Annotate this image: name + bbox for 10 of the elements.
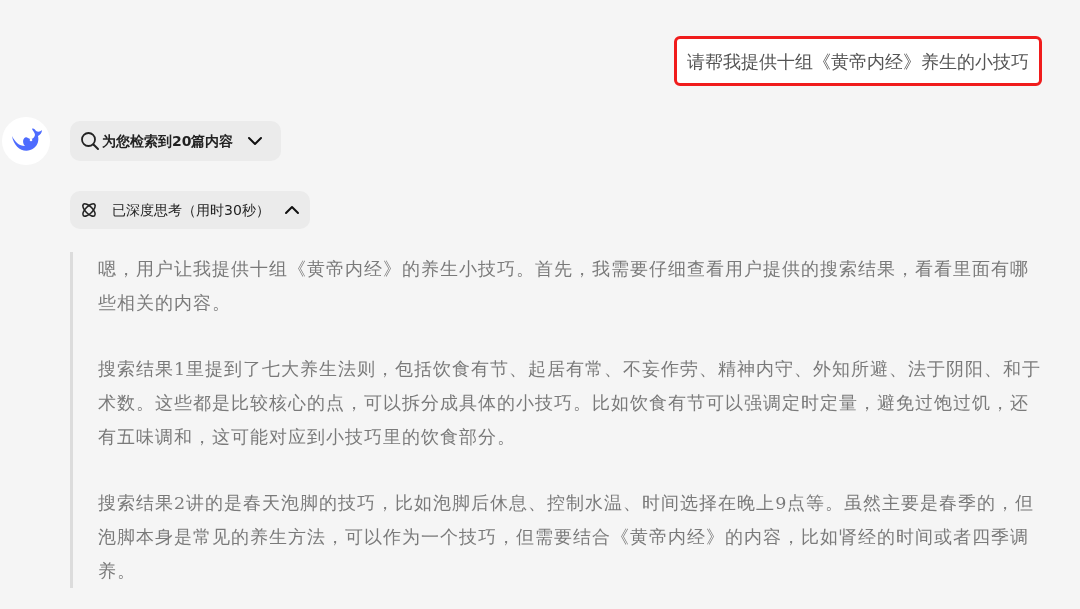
thinking-paragraph: 搜索结果1里提到了七大养生法则，包括饮食有节、起居有常、不妄作劳、精神内守、外知所避、法于阴阳、和于术数。这些都是比较核心的点，可以拆分成具体的小技巧。比如饮食有节可以强调定时定量，避免过饱过饥，还有五味调和，这可能对应到小技巧里的饮食部分。 [98, 358, 1043, 449]
thinking-paragraph: 搜索结果2讲的是春天泡脚的技巧，比如泡脚后休息、控制水温、时间选择在晚上9点等。虽然主要是春季的，但泡脚本身是常见的养生方法，可以作为一个技巧，但需要结合《黄帝内经》的内容，比如肾经的时间或者四季调养。 [98, 492, 1036, 583]
deep-thinking-toggle[interactable]: 已深度思考（用时30秒） [70, 191, 310, 229]
atom-icon [80, 201, 98, 219]
thinking-paragraph: 嗯，用户让我提供十组《黄帝内经》的养生小技巧。首先，我需要仔细查看用户提供的搜索结果，看看里面有哪些相关的内容。 [98, 258, 1030, 315]
search-results-toggle[interactable]: 为您检索到20篇内容 [70, 121, 282, 161]
chevron-icon [247, 136, 264, 146]
chevron-icon [283, 205, 300, 215]
user-message: 请帮我提供十组《黄帝内经》养生的小技巧 [674, 36, 1042, 86]
search-icon [80, 131, 100, 151]
